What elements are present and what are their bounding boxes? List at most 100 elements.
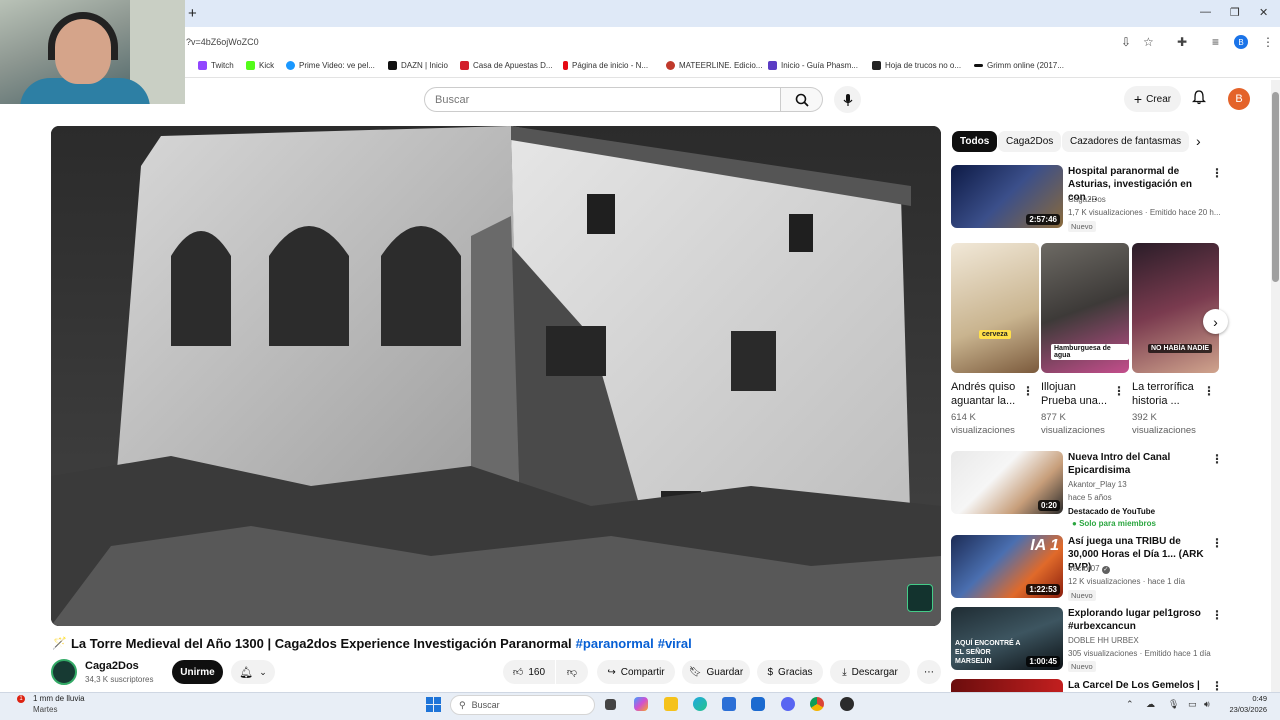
onedrive-icon[interactable]: ☁	[1146, 699, 1155, 710]
share-button[interactable]: ↪ Compartir	[597, 660, 675, 684]
more-vertical-icon[interactable]: ⋮	[1203, 384, 1215, 398]
discord-icon[interactable]	[781, 697, 795, 711]
profile-icon[interactable]: B	[1234, 35, 1248, 49]
minimize-icon[interactable]: —	[1200, 6, 1211, 18]
bookmark-prime-video[interactable]: Prime Video: ve pel...	[286, 61, 375, 70]
edge-icon[interactable]	[693, 697, 707, 711]
obs-icon[interactable]	[840, 697, 854, 711]
video-title[interactable]: Nueva Intro del Canal Epicardisima	[1068, 451, 1208, 477]
more-actions-button[interactable]: ⋯	[917, 660, 941, 684]
like-button[interactable]: 👍︎ 160	[503, 660, 555, 684]
scrollbar-thumb[interactable]	[1272, 92, 1279, 282]
create-button[interactable]: + Crear	[1124, 86, 1181, 112]
video-thumbnail[interactable]: 0:20	[951, 451, 1063, 514]
chip-caga2dos[interactable]: Caga2Dos	[998, 131, 1062, 152]
video-thumbnail[interactable]	[951, 679, 1063, 692]
install-icon[interactable]: ⇩	[1121, 35, 1131, 49]
channel-name[interactable]: Akantor_Play 13	[1068, 478, 1127, 491]
download-button[interactable]: ⤓ Descargar	[830, 660, 910, 684]
video-thumbnail[interactable]: 2:57:46	[951, 165, 1063, 228]
more-vertical-icon[interactable]: ⋮	[1211, 679, 1223, 692]
notification-settings-button[interactable]: 🔔︎ ⌄	[231, 660, 275, 684]
weather-day[interactable]: Martes	[33, 705, 57, 714]
short-title[interactable]: Andrés quiso aguantar la...	[951, 380, 1021, 408]
bookmark-phasmo[interactable]: Inicio - Guía Phasm...	[768, 61, 858, 70]
short-title[interactable]: La terrorífica historia ...	[1132, 380, 1202, 408]
channel-name[interactable]: Caga2Dos	[1068, 193, 1106, 206]
chrome-icon[interactable]	[810, 697, 824, 711]
video-title[interactable]: Explorando lugar pel1groso #urbexcancun	[1068, 607, 1208, 633]
weather-icon[interactable]: 1	[14, 695, 28, 712]
task-view-icon[interactable]	[605, 699, 616, 710]
bookmark-twitch[interactable]: Twitch	[198, 61, 234, 70]
volume-icon[interactable]: 🔊︎	[1204, 699, 1210, 710]
mail-icon[interactable]	[751, 697, 765, 711]
hashtag-link[interactable]: #viral	[658, 636, 692, 651]
media-icon[interactable]: ≡	[1212, 35, 1219, 49]
save-button[interactable]: 🔖︎ Guardar	[682, 660, 750, 684]
chevron-right-icon[interactable]: ›	[1196, 133, 1201, 149]
more-vertical-icon[interactable]: ⋮	[1211, 608, 1223, 622]
restore-icon[interactable]: ❐	[1230, 6, 1240, 19]
short-title[interactable]: Illojuan Prueba una...	[1041, 380, 1111, 408]
channel-name[interactable]: DOBLE HH URBEX	[1068, 634, 1139, 647]
store-icon[interactable]	[722, 697, 736, 711]
weather-text[interactable]: 1 mm de lluvia	[33, 694, 85, 703]
bookmark-apuestas[interactable]: Casa de Apuestas D...	[460, 61, 553, 70]
bookmark-kick[interactable]: Kick	[246, 61, 274, 70]
channel-name[interactable]: Caga2Dos	[85, 660, 139, 672]
dislike-button[interactable]: 👎︎	[556, 660, 588, 684]
new-tab-button[interactable]: +	[188, 5, 197, 22]
short-thumbnail[interactable]: NO HABÍA NADIE	[1132, 243, 1219, 373]
more-vertical-icon[interactable]: ⋮	[1022, 384, 1034, 398]
more-vertical-icon[interactable]: ⋮	[1211, 452, 1223, 466]
file-explorer-icon[interactable]	[664, 697, 678, 711]
chevron-up-icon[interactable]: ⌃	[1126, 699, 1134, 710]
channel-name[interactable]: Vector07 ✓	[1068, 562, 1110, 575]
taskbar-search-input[interactable]: ⚲ Buscar	[450, 695, 595, 715]
phasmo-icon	[768, 61, 777, 70]
video-title[interactable]: La Carcel De Los Gemelos |	[1068, 679, 1208, 692]
chip-todos[interactable]: Todos	[952, 131, 998, 152]
short-thumbnail[interactable]: Hamburguesa de agua	[1041, 243, 1129, 373]
bookmark-mateerline[interactable]: MATEERLINE. Edicio...	[666, 61, 762, 70]
voice-search-button[interactable]	[834, 86, 861, 113]
microphone-icon[interactable]: 🎙︎	[1168, 699, 1179, 710]
extensions-icon[interactable]: ✚	[1177, 35, 1187, 49]
kick-icon	[246, 61, 255, 70]
more-vertical-icon[interactable]: ⋮	[1113, 384, 1125, 398]
chip-cazadores[interactable]: Cazadores de fantasmas	[1062, 131, 1190, 152]
more-vertical-icon[interactable]: ⋮	[1211, 166, 1223, 180]
clock-date[interactable]: 23/03/2026	[1225, 705, 1267, 714]
copilot-icon[interactable]	[634, 697, 648, 711]
bookmark-dazn[interactable]: DAZN | Inicio	[388, 61, 448, 70]
windows-start-icon[interactable]	[426, 697, 441, 712]
thanks-button[interactable]: $ Gracias	[757, 660, 823, 684]
new-badge: Nuevo	[1068, 221, 1096, 232]
hashtag-link[interactable]: #paranormal	[576, 636, 654, 651]
star-icon[interactable]: ☆	[1143, 35, 1154, 49]
url-text[interactable]: ?v=4bZ6ojWoZC0	[186, 37, 259, 47]
channel-watermark[interactable]	[907, 584, 933, 612]
clock-time[interactable]: 0:49	[1225, 694, 1267, 703]
bookmark-trucos[interactable]: Hoja de trucos no o...	[872, 61, 961, 70]
short-views: 392 K visualizaciones	[1132, 412, 1196, 436]
video-thumbnail[interactable]: IA 1 1:22:53	[951, 535, 1063, 598]
video-thumbnail[interactable]: AQUÍ ENCONTRÉ A EL SEÑOR MARSELIN 1:00:4…	[951, 607, 1063, 670]
menu-dots-icon[interactable]: ⋮	[1262, 35, 1274, 49]
video-player[interactable]	[51, 126, 941, 626]
close-icon[interactable]: ✕	[1259, 6, 1268, 19]
channel-avatar[interactable]	[51, 659, 77, 685]
network-icon[interactable]: ▭	[1188, 699, 1197, 710]
shorts-next-button[interactable]: ›	[1203, 309, 1228, 334]
join-button[interactable]: Unirme	[172, 660, 223, 684]
user-avatar[interactable]: B	[1228, 88, 1250, 110]
search-input[interactable]: Buscar	[424, 87, 781, 112]
bookmark-netflix[interactable]: Página de inicio - N...	[563, 61, 648, 70]
bookmark-grimm[interactable]: Grimm online (2017...	[974, 61, 1064, 70]
search-button[interactable]	[781, 87, 823, 112]
more-vertical-icon[interactable]: ⋮	[1211, 536, 1223, 550]
short-thumbnail[interactable]: cerveza	[951, 243, 1039, 373]
chevron-down-icon: ⌄	[259, 666, 267, 677]
notifications-bell-icon[interactable]	[1191, 90, 1207, 108]
